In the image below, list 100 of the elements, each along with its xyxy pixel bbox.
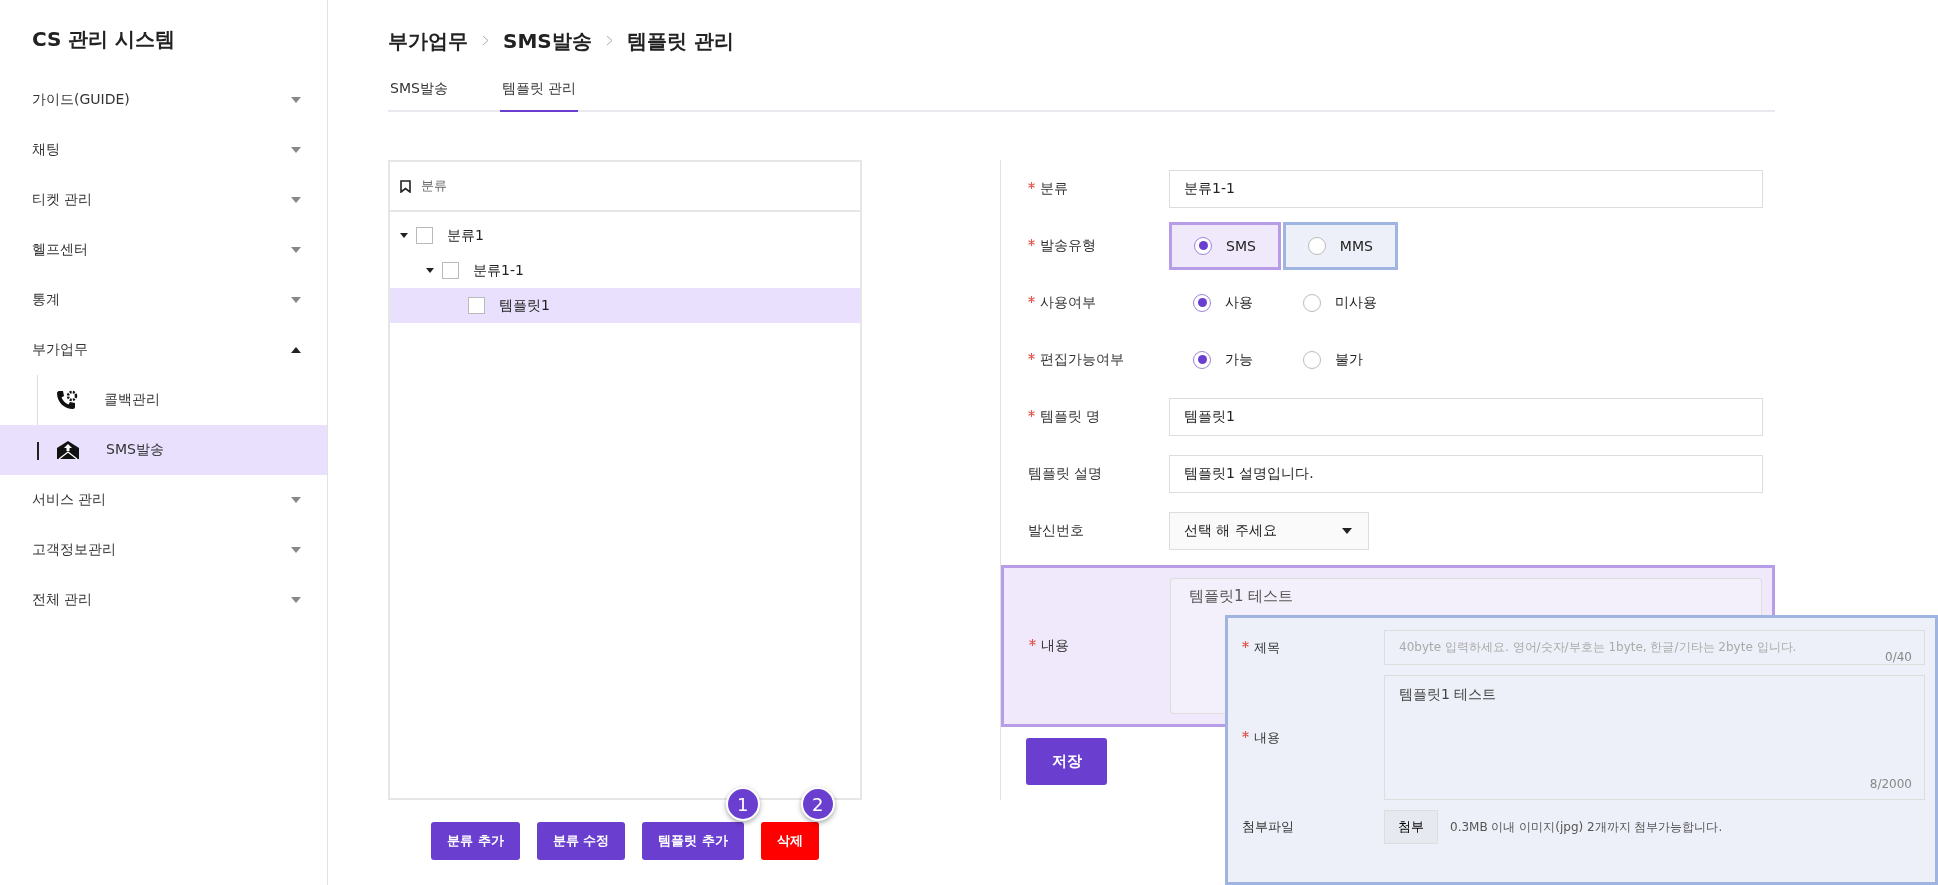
radio-dot[interactable] [1307,236,1326,255]
breadcrumb-item: 템플릿 관리 [626,27,734,55]
field-label: 내용 [1242,728,1384,747]
menu-item[interactable]: 통계 [0,275,327,325]
attach-button[interactable]: 첨부 [1384,810,1438,844]
menu-label: 가이드(GUIDE) [32,91,130,109]
menu-item[interactable]: 티켓 관리 [0,175,327,225]
app-title: CS 관리 시스템 [31,26,177,53]
required-asterisk-icon [1028,295,1035,303]
field-label: 템플릿 명 [1028,407,1169,426]
required-asterisk-icon [1242,640,1249,648]
tab[interactable]: 템플릿 관리 [499,80,579,112]
radio-label: SMS [1226,237,1256,254]
tree-row[interactable]: 템플릿1 [390,288,860,323]
tree-checkbox[interactable] [442,262,459,279]
radio-option[interactable]: MMS [1282,221,1398,270]
menu-label: 헬프센터 [32,241,88,259]
caret-icon [291,247,301,253]
required-asterisk-icon [1028,238,1035,246]
caret-icon [291,547,301,553]
annotation-badge: 1 [725,787,760,821]
tree-label: 템플릿1 [499,296,550,315]
radio-option[interactable]: 가능 [1171,335,1277,384]
radio-dot[interactable] [1303,293,1321,312]
radio-option[interactable]: 미사용 [1281,278,1399,327]
field-label: 편집가능여부 [1028,350,1169,369]
attach-hint: 0.3MB 이내 이미지(jpg) 2개까지 첨부가능합니다. [1450,818,1723,836]
action-button[interactable]: 템플릿 추가 [642,822,744,860]
text-input[interactable]: 템플릿1 설명입니다. [1169,454,1763,493]
breadcrumb-item[interactable]: SMS발송 [503,27,592,55]
menu-item[interactable]: 고객정보관리 [0,525,327,575]
tree-row[interactable]: 분류1 [390,218,860,253]
breadcrumb-item[interactable]: 부가업무 [388,27,468,55]
radio-option[interactable]: 사용 [1171,278,1277,327]
radio-option[interactable]: 불가 [1281,335,1387,384]
save-button[interactable]: 저장 [1026,738,1107,785]
required-asterisk-icon [1242,730,1249,738]
action-button[interactable]: 분류 수정 [536,822,626,860]
caret-icon [291,347,301,353]
menu-item[interactable]: 서비스 관리 [0,475,327,525]
select-dropdown[interactable]: 선택 해 주세요 [1169,511,1369,550]
field-label: 제목 [1242,638,1384,657]
radio-label: 가능 [1225,350,1253,369]
expand-caret-icon[interactable] [400,233,408,238]
caret-icon [291,497,301,503]
field-label: 사용여부 [1028,293,1169,312]
radio-label: 사용 [1225,293,1253,312]
radio-option[interactable]: SMS [1169,221,1281,270]
required-asterisk-icon [1029,639,1036,646]
menu-label: 부가업무 [32,341,88,359]
radio-dot[interactable] [1193,293,1211,312]
required-asterisk-icon [1028,352,1035,360]
bookmark-icon [400,179,411,193]
radio-dot[interactable] [1194,236,1212,255]
radio-label: MMS [1339,237,1373,254]
menu-label: 티켓 관리 [32,191,93,209]
caret-icon [291,597,301,603]
tree-label: 분류1-1 [473,261,524,280]
submenu-label: SMS발송 [106,441,164,459]
menu-label: 고객정보관리 [32,541,116,559]
action-button[interactable]: 분류 추가 [431,822,520,860]
text-input[interactable]: 분류1-1 [1169,169,1763,208]
submenu-item[interactable]: 콜백관리 [0,375,327,425]
content-textarea[interactable]: 템플릿1 테스트 8/2000 [1384,675,1925,800]
text-input[interactable]: 템플릿1 [1169,397,1763,436]
tree-checkbox[interactable] [416,227,433,244]
tab[interactable]: SMS발송 [388,80,450,112]
menu-label: 전체 관리 [32,591,93,609]
menu-item[interactable]: 헬프센터 [0,225,327,275]
caret-icon [291,147,301,153]
menu-item[interactable]: 채팅 [0,125,327,175]
submenu-item[interactable]: SMS발송 [0,425,327,475]
tree-label: 분류1 [447,226,484,245]
tree-row[interactable]: 분류1-1 [390,253,860,288]
tree-checkbox[interactable] [468,297,485,314]
radio-dot[interactable] [1193,350,1211,369]
menu-label: 서비스 관리 [32,491,107,509]
phone-gear-icon [56,390,78,410]
field-label: 발신번호 [1028,521,1085,540]
chevron-right-icon [482,35,489,46]
tree-header: 분류 [421,177,447,195]
field-label: 분류 [1028,179,1169,198]
action-button[interactable]: 삭제 [760,822,819,860]
menu-label: 통계 [32,291,60,309]
menu-item[interactable]: 부가업무 [0,325,327,375]
field-label: 발송유형 [1028,236,1169,255]
menu-item[interactable]: 전체 관리 [0,575,327,625]
mail-upload-icon [56,440,80,460]
field-label: 템플릿 설명 [1028,464,1104,483]
submenu-label: 콜백관리 [104,391,160,409]
required-asterisk-icon [1028,181,1035,189]
required-asterisk-icon [1028,409,1035,417]
radio-label: 불가 [1335,350,1363,369]
caret-icon [291,297,301,303]
radio-dot[interactable] [1303,350,1321,369]
chevron-right-icon [605,35,613,46]
expand-caret-icon[interactable] [426,268,434,273]
menu-item[interactable]: 가이드(GUIDE) [0,75,327,125]
radio-label: 미사용 [1335,293,1377,312]
caret-icon [1342,527,1352,534]
